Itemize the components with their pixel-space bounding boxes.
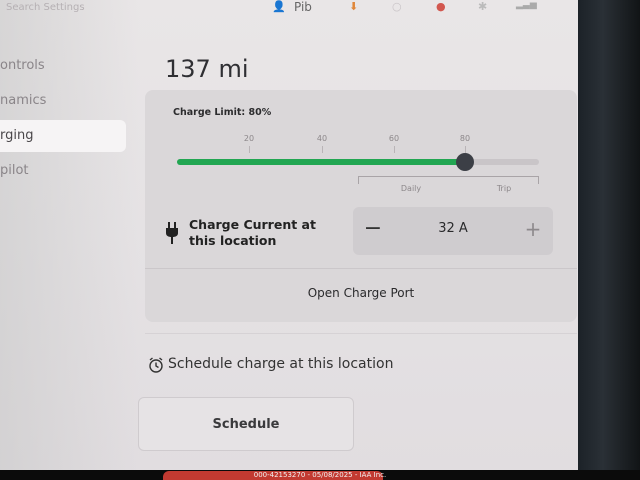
charge-settings-card: Charge Limit: 80% 20 40 60 80 Daily Trip (145, 90, 577, 322)
section-divider (145, 333, 577, 334)
user-name[interactable]: Pib (294, 0, 312, 14)
sidebar-item-label: namics (0, 93, 47, 108)
alarm-clock-icon (149, 357, 163, 373)
signal-icon: ▂▃▅ (516, 0, 537, 10)
search-settings-label[interactable]: Search Settings (6, 2, 85, 13)
sidebar-item-charging[interactable]: rging (0, 120, 126, 152)
tick-label: 40 (316, 134, 328, 143)
download-icon[interactable]: ⬇ (349, 0, 358, 13)
sidebar-item-label: pilot (0, 163, 29, 178)
watermark-text: 000-42153270 - 05/08/2025 - IAA Inc. (253, 471, 387, 479)
plug-icon (166, 222, 178, 244)
settings-sidebar: ontrols namics rging pilot (0, 50, 130, 190)
tick-mark (322, 146, 323, 153)
tick-label: 60 (388, 134, 400, 143)
increase-current-button[interactable]: + (521, 217, 545, 243)
daily-zone-label: Daily (400, 184, 422, 193)
charge-limit-label: Charge Limit: 80% (173, 107, 272, 118)
charge-current-label-line2: this location (189, 233, 277, 248)
schedule-button[interactable]: Schedule (138, 397, 354, 451)
notification-icon[interactable]: ● (436, 0, 446, 13)
charge-current-label-line1: Charge Current at (189, 217, 316, 232)
tick-mark (249, 146, 250, 153)
sidebar-item-dynamics[interactable]: namics (0, 85, 130, 117)
bell-icon[interactable]: ○ (392, 0, 402, 13)
sidebar-item-label: ontrols (0, 58, 45, 73)
daily-zone-bracket (358, 176, 475, 184)
open-charge-port-button[interactable]: Open Charge Port (145, 286, 577, 300)
user-icon[interactable]: 👤 (272, 0, 286, 13)
charge-current-row: Charge Current at this location − 32 A + (165, 207, 557, 258)
tick-mark (394, 146, 395, 153)
charge-current-stepper: − 32 A + (353, 207, 553, 255)
tick-label: 20 (243, 134, 255, 143)
sidebar-item-label: rging (0, 128, 34, 143)
decrease-current-button[interactable]: − (361, 217, 385, 243)
card-divider (145, 268, 577, 269)
charge-current-value: 32 A (438, 221, 468, 236)
charge-limit-slider[interactable]: 20 40 60 80 Daily Trip (177, 134, 539, 194)
range-readout: 137 mi (165, 55, 249, 83)
trip-zone-bracket (474, 176, 539, 184)
schedule-charge-label: Schedule charge at this location (168, 356, 394, 372)
screen-bezel (578, 0, 640, 470)
status-bar: Search Settings 👤 Pib ⬇ ○ ● ✱ ▂▃▅ (0, 0, 580, 16)
tick-mark (465, 146, 466, 153)
sidebar-item-autopilot[interactable]: pilot (0, 155, 130, 187)
charge-current-label: Charge Current at this location (189, 217, 339, 249)
sidebar-item-controls[interactable]: ontrols (0, 50, 130, 82)
bluetooth-icon: ✱ (478, 0, 488, 13)
slider-fill (177, 159, 465, 165)
tick-label: 80 (459, 134, 471, 143)
slider-handle[interactable] (456, 153, 474, 171)
touchscreen: Search Settings 👤 Pib ⬇ ○ ● ✱ ▂▃▅ ontrol… (0, 0, 630, 470)
trip-zone-label: Trip (496, 184, 512, 193)
